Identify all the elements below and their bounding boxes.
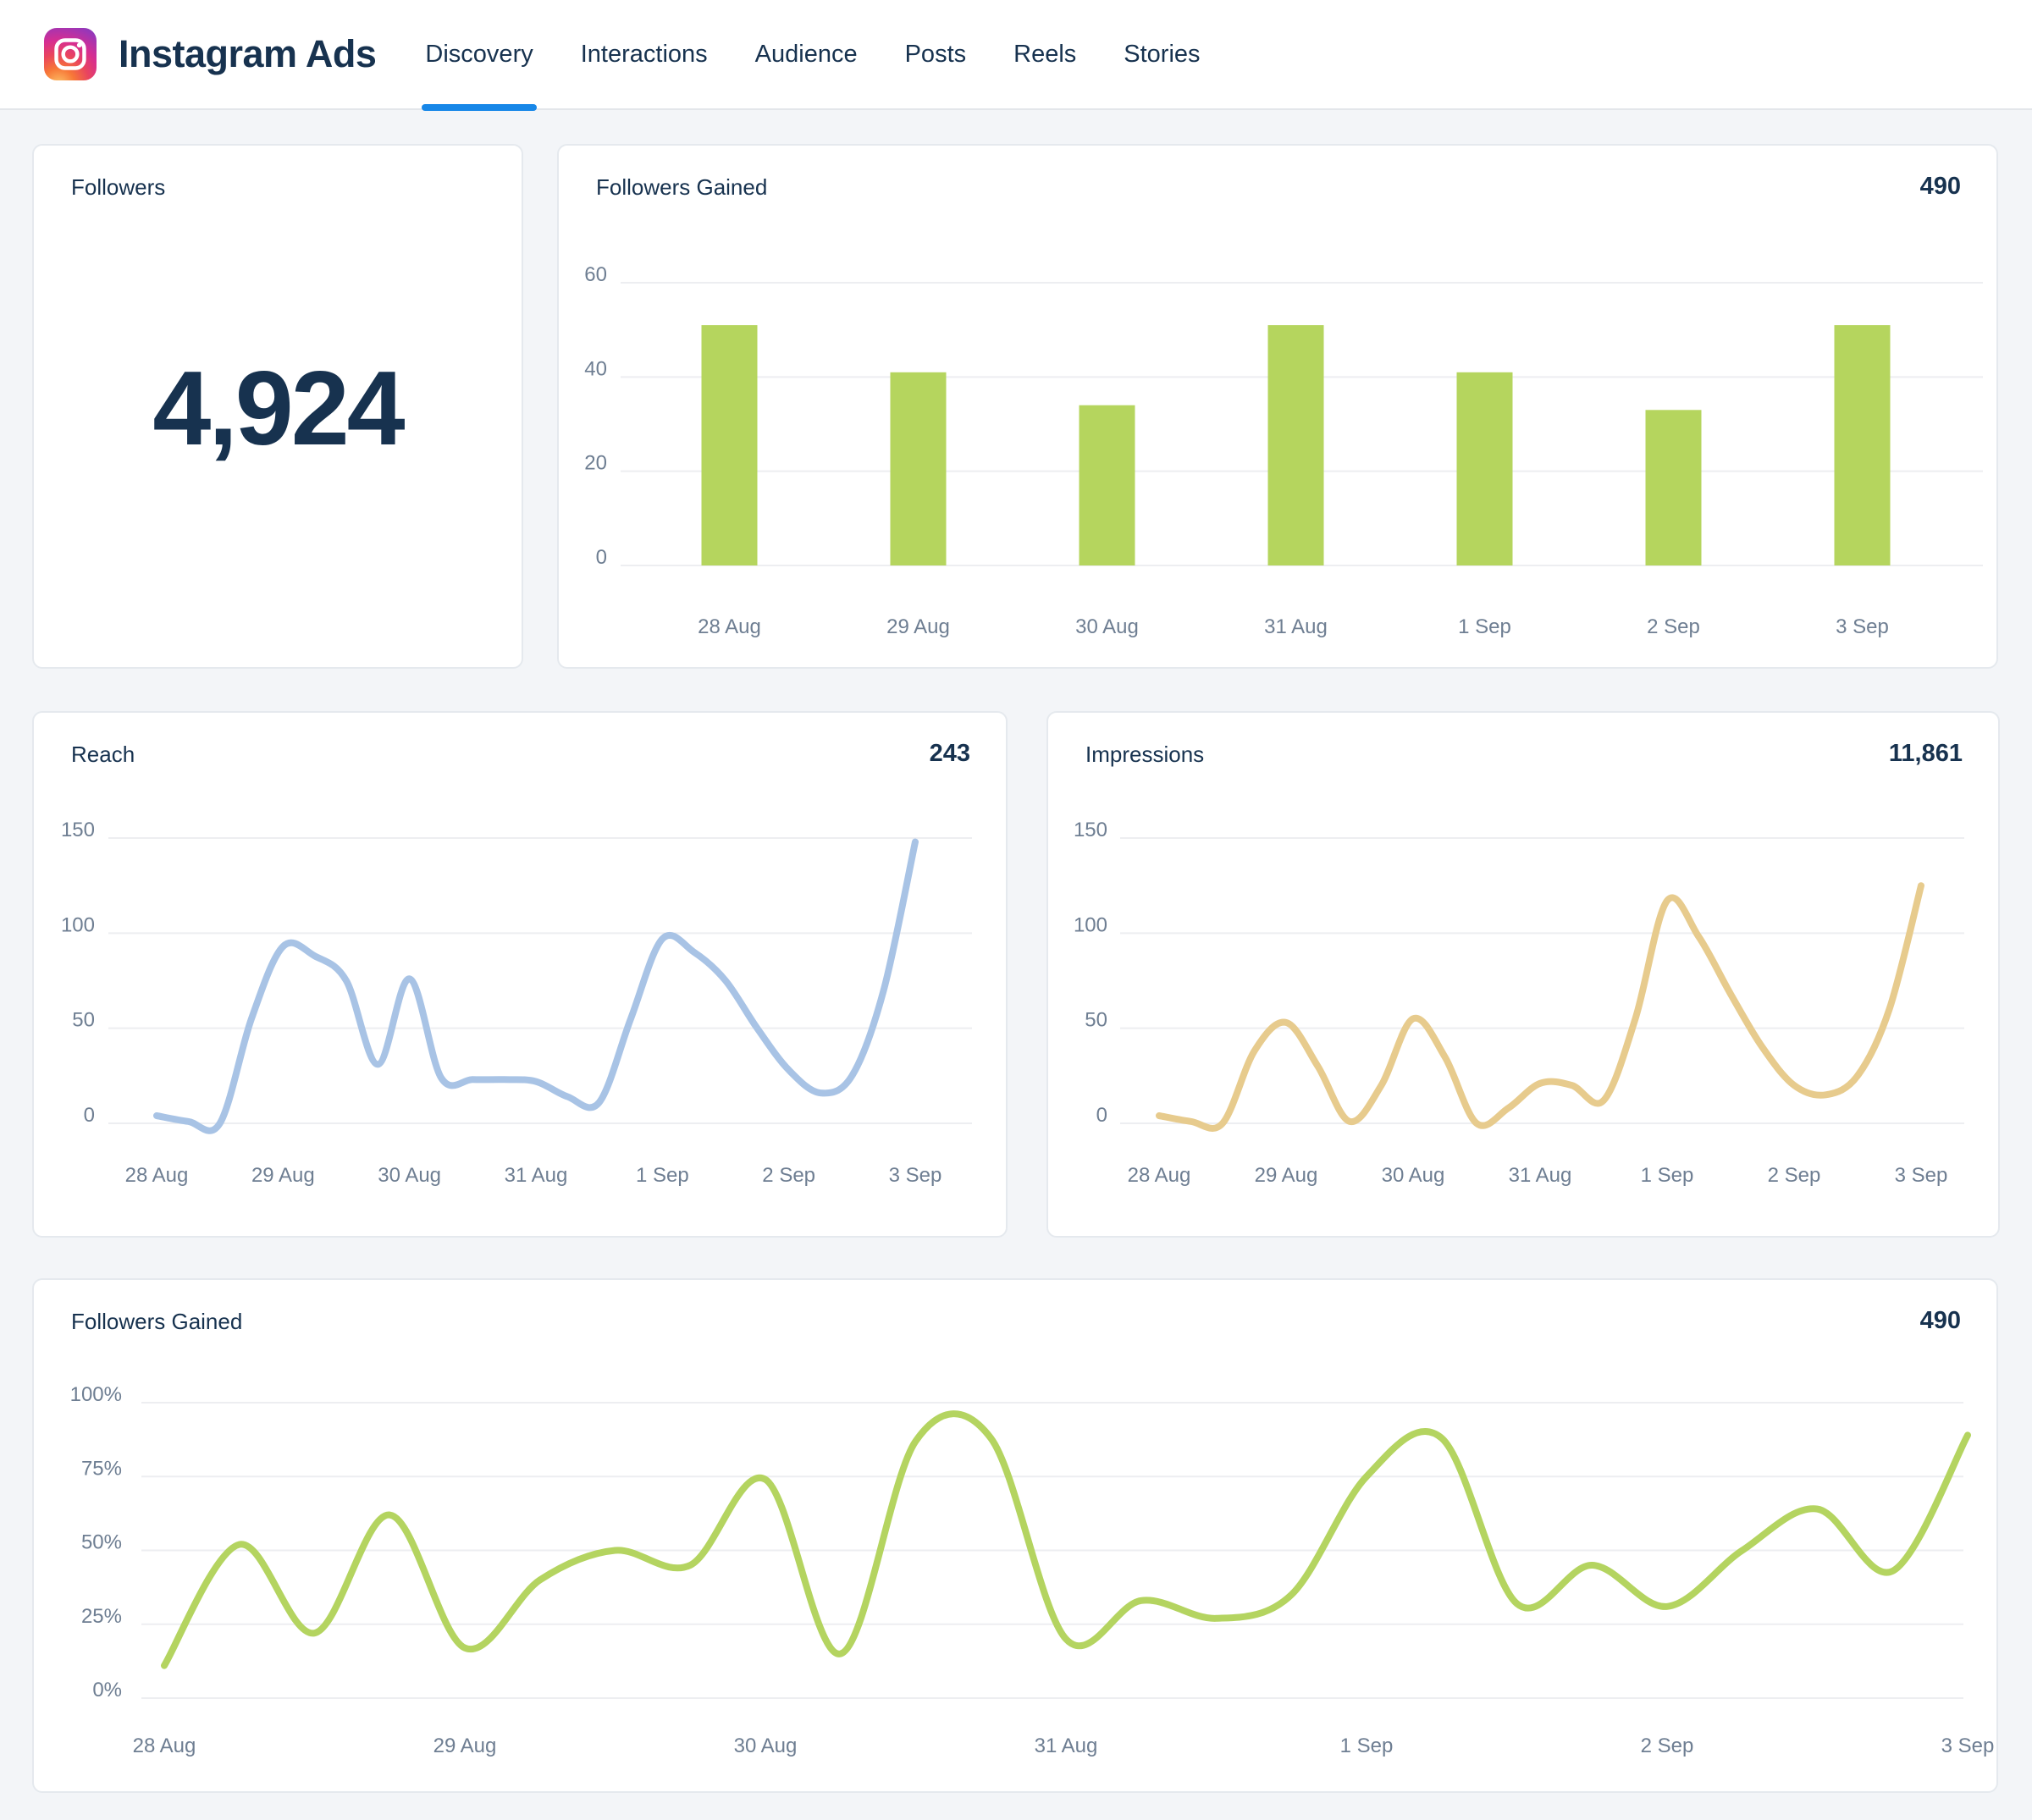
svg-text:2 Sep: 2 Sep <box>762 1164 815 1187</box>
tab-reels[interactable]: Reels <box>1013 0 1076 109</box>
svg-text:29 Aug: 29 Aug <box>886 615 950 638</box>
svg-text:25%: 25% <box>81 1605 122 1628</box>
followers-gained-bar-card: Followers Gained 490 020406028 Aug29 Aug… <box>557 144 1998 669</box>
svg-text:60: 60 <box>584 263 607 286</box>
tab-interactions[interactable]: Interactions <box>581 0 708 109</box>
svg-text:2 Sep: 2 Sep <box>1647 615 1700 638</box>
svg-text:2 Sep: 2 Sep <box>1768 1164 1821 1187</box>
svg-text:40: 40 <box>584 357 607 380</box>
followers-count: 4,924 <box>34 349 522 469</box>
followers-card-title: Followers <box>71 174 165 201</box>
app-header: Instagram Ads Discovery Interactions Aud… <box>0 0 2032 110</box>
followers-card: Followers 4,924 <box>32 144 523 669</box>
svg-text:28 Aug: 28 Aug <box>698 615 761 638</box>
svg-text:50: 50 <box>1085 1009 1107 1032</box>
primary-nav: Discovery Interactions Audience Posts Re… <box>425 0 1200 109</box>
svg-text:20: 20 <box>584 452 607 475</box>
svg-text:31 Aug: 31 Aug <box>1264 615 1328 638</box>
instagram-logo-icon <box>44 28 97 80</box>
svg-text:50: 50 <box>72 1009 95 1032</box>
svg-text:1 Sep: 1 Sep <box>1458 615 1511 638</box>
followers-gained-line-chart: 0% 25% 50% 75% 100% 28 Aug 29 Aug 30 Aug 31 Aug 1… <box>34 1280 1998 1797</box>
svg-text:29 Aug: 29 Aug <box>1255 1164 1318 1187</box>
svg-text:31 Aug: 31 Aug <box>1509 1164 1572 1187</box>
app-title: Instagram Ads <box>119 32 376 76</box>
followers-gained-line-card: Followers Gained 490 0%25%50%75%100%28 A… <box>32 1278 1998 1793</box>
svg-text:100: 100 <box>61 913 95 936</box>
instagram-ads-dashboard: Instagram Ads Discovery Interactions Aud… <box>0 0 2032 1820</box>
svg-text:31 Aug: 31 Aug <box>505 1164 568 1187</box>
svg-text:30 Aug: 30 Aug <box>1075 615 1139 638</box>
impressions-card: Impressions 11,861 05010015028 Aug29 Aug… <box>1046 711 2000 1238</box>
svg-text:30 Aug: 30 Aug <box>734 1735 798 1757</box>
svg-text:31 Aug: 31 Aug <box>1035 1735 1098 1757</box>
svg-text:1 Sep: 1 Sep <box>636 1164 689 1187</box>
svg-text:3 Sep: 3 Sep <box>889 1164 942 1187</box>
svg-text:0: 0 <box>84 1104 95 1127</box>
brand: Instagram Ads <box>0 28 376 80</box>
svg-text:100: 100 <box>1074 913 1107 936</box>
svg-text:3 Sep: 3 Sep <box>1836 615 1889 638</box>
reach-line-chart: 0 50 100 150 28 Aug 29 Aug 30 Aug 31 Aug 1 Sep 2 … <box>34 713 1008 1242</box>
svg-text:2 Sep: 2 Sep <box>1641 1735 1694 1757</box>
svg-text:0%: 0% <box>92 1679 122 1701</box>
followers-gained-bar-chart: 0 20 40 60 28 Aug 29 Aug 30 Aug 31 Aug 1 Sep 2 Se… <box>559 146 1998 673</box>
tab-discovery[interactable]: Discovery <box>425 0 533 109</box>
svg-text:50%: 50% <box>81 1531 122 1554</box>
svg-text:3 Sep: 3 Sep <box>1895 1164 1948 1187</box>
tab-audience[interactable]: Audience <box>755 0 858 109</box>
svg-text:1 Sep: 1 Sep <box>1641 1164 1694 1187</box>
svg-text:1 Sep: 1 Sep <box>1340 1735 1394 1757</box>
svg-text:28 Aug: 28 Aug <box>133 1735 196 1757</box>
svg-text:0: 0 <box>596 546 607 569</box>
svg-text:0: 0 <box>1096 1104 1107 1127</box>
svg-text:100%: 100% <box>70 1383 122 1406</box>
svg-text:3 Sep: 3 Sep <box>1941 1735 1995 1757</box>
svg-text:28 Aug: 28 Aug <box>1128 1164 1191 1187</box>
svg-text:30 Aug: 30 Aug <box>378 1164 441 1187</box>
tab-stories[interactable]: Stories <box>1124 0 1200 109</box>
svg-text:150: 150 <box>61 819 95 841</box>
svg-text:29 Aug: 29 Aug <box>433 1735 497 1757</box>
tab-posts[interactable]: Posts <box>905 0 967 109</box>
svg-text:29 Aug: 29 Aug <box>251 1164 315 1187</box>
svg-text:75%: 75% <box>81 1457 122 1480</box>
svg-text:150: 150 <box>1074 819 1107 841</box>
svg-text:30 Aug: 30 Aug <box>1382 1164 1445 1187</box>
reach-card: Reach 243 05010015028 Aug29 Aug30 Aug31 … <box>32 711 1008 1238</box>
impressions-line-chart: 0 50 100 150 28 Aug 29 Aug 30 Aug 31 Aug 1 Sep 2 … <box>1048 713 2000 1242</box>
svg-text:28 Aug: 28 Aug <box>125 1164 189 1187</box>
